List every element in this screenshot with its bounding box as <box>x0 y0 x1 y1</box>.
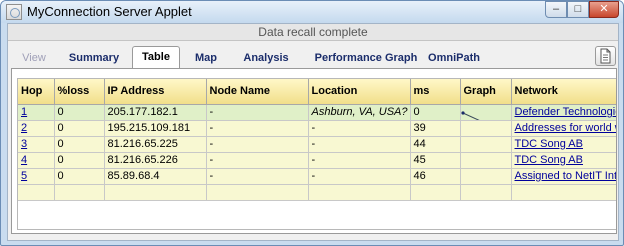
hop-link[interactable]: 5 <box>18 168 55 185</box>
tab-summary[interactable]: Summary <box>60 48 128 68</box>
column-header-ms[interactable]: ms <box>410 79 461 105</box>
document-button[interactable] <box>595 46 616 66</box>
table-row[interactable]: 2 0 195.215.109.181 - - 39 Addresses for… <box>18 120 616 137</box>
tab-performance-graph[interactable]: Performance Graph <box>304 48 428 68</box>
network-link[interactable]: TDC Song AB <box>511 152 616 169</box>
column-header-network[interactable]: Network <box>511 79 616 105</box>
network-link[interactable]: TDC Song AB <box>511 136 616 153</box>
ms-cell: 0 <box>410 104 461 121</box>
hop-link[interactable]: 1 <box>18 104 55 121</box>
tab-analysis[interactable]: Analysis <box>236 48 296 68</box>
tab-omnipath[interactable]: OmniPath <box>422 48 486 68</box>
tab-map[interactable]: Map <box>188 48 224 68</box>
column-header-node-name[interactable]: Node Name <box>206 79 309 105</box>
loss-cell: 0 <box>54 152 105 169</box>
location-cell: - <box>308 168 411 185</box>
column-header-location[interactable]: Location <box>308 79 411 105</box>
window-title: MyConnection Server Applet <box>27 4 192 19</box>
node-name-cell: - <box>206 104 309 121</box>
table-row[interactable]: 1 0 205.177.182.1 - Ashburn, VA, USA? 0 … <box>18 104 616 121</box>
latency-line <box>462 112 478 119</box>
tab-view[interactable]: View <box>14 48 54 68</box>
header-row: Hop %loss IP Address Node Name Location … <box>18 79 616 105</box>
loss-cell: 0 <box>54 104 105 121</box>
table-row[interactable]: 4 0 81.216.65.226 - - 45 TDC Song AB <box>18 152 616 169</box>
location-cell: Ashburn, VA, USA? <box>308 104 411 121</box>
document-icon <box>600 48 611 64</box>
ip-cell: 195.215.109.181 <box>104 120 207 137</box>
app-icon <box>6 4 22 20</box>
hop-table-viewport[interactable]: Hop %loss IP Address Node Name Location … <box>17 78 616 230</box>
node-name-cell: - <box>206 152 309 169</box>
graph-cell <box>460 168 512 185</box>
location-cell: - <box>308 152 411 169</box>
latency-graph <box>460 110 478 119</box>
empty-row <box>18 184 616 201</box>
graph-cell <box>460 104 512 121</box>
table-row[interactable]: 3 0 81.216.65.225 - - 44 TDC Song AB <box>18 136 616 153</box>
graph-cell <box>460 136 512 153</box>
column-header-loss[interactable]: %loss <box>54 79 105 105</box>
applet-content: Data recall complete View Summary Table … <box>7 23 619 241</box>
ms-cell: 45 <box>410 152 461 169</box>
ms-cell: 44 <box>410 136 461 153</box>
tab-table[interactable]: Table <box>132 46 180 69</box>
status-message: Data recall complete <box>8 24 618 41</box>
ip-cell: 81.216.65.225 <box>104 136 207 153</box>
ms-cell: 39 <box>410 120 461 137</box>
hop-link[interactable]: 2 <box>18 120 55 137</box>
close-button[interactable]: ✕ <box>589 1 619 18</box>
network-link[interactable]: Assigned to NetIT Internet <box>511 168 616 185</box>
ip-cell: 205.177.182.1 <box>104 104 207 121</box>
maximize-button[interactable]: □ <box>567 1 589 18</box>
hop-link[interactable]: 4 <box>18 152 55 169</box>
table-panel: Hop %loss IP Address Node Name Location … <box>11 68 617 234</box>
node-name-cell: - <box>206 136 309 153</box>
loss-cell: 0 <box>54 168 105 185</box>
location-cell: - <box>308 120 411 137</box>
minimize-button[interactable]: – <box>545 1 567 18</box>
network-link[interactable]: Addresses for world wide <box>511 120 616 137</box>
network-link[interactable]: Defender Technologies Group <box>511 104 616 121</box>
loss-cell: 0 <box>54 120 105 137</box>
latency-point <box>460 110 465 115</box>
graph-cell <box>460 120 512 137</box>
column-header-hop[interactable]: Hop <box>18 79 55 105</box>
hop-table: Hop %loss IP Address Node Name Location … <box>18 79 616 201</box>
hop-link[interactable]: 3 <box>18 136 55 153</box>
column-header-ip-address[interactable]: IP Address <box>104 79 207 105</box>
graph-cell <box>460 152 512 169</box>
loss-cell: 0 <box>54 136 105 153</box>
title-bar[interactable]: MyConnection Server Applet – □ ✕ <box>1 1 623 23</box>
node-name-cell: - <box>206 120 309 137</box>
ip-cell: 85.89.68.4 <box>104 168 207 185</box>
ms-cell: 46 <box>410 168 461 185</box>
location-cell: - <box>308 136 411 153</box>
tab-bar: View Summary Table Map Analysis Performa… <box>8 44 618 69</box>
ip-cell: 81.216.65.226 <box>104 152 207 169</box>
node-name-cell: - <box>206 168 309 185</box>
applet-window: MyConnection Server Applet – □ ✕ Data re… <box>0 0 624 246</box>
column-header-graph[interactable]: Graph <box>460 79 512 105</box>
table-row[interactable]: 5 0 85.89.68.4 - - 46 Assigned to NetIT … <box>18 168 616 185</box>
